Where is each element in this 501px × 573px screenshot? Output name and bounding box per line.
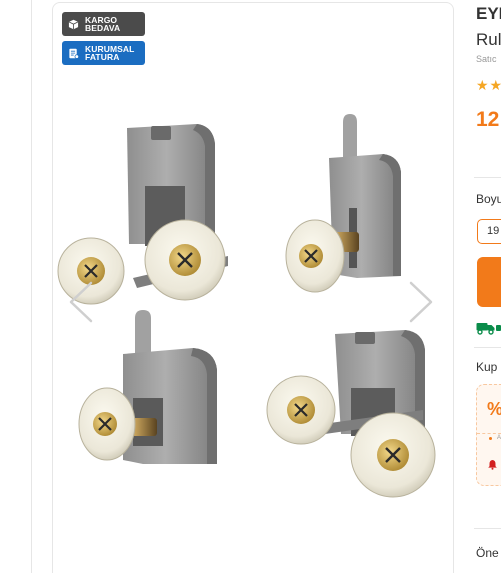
product-name: Rul <box>476 30 501 49</box>
page-left-divider <box>31 0 32 573</box>
coupon-divider <box>477 433 501 434</box>
section-divider <box>474 177 501 178</box>
roller-top-left <box>57 124 228 305</box>
corporate-invoice-badge-line2: FATURA <box>85 52 120 62</box>
add-to-cart-button[interactable] <box>477 257 501 307</box>
next-image-arrow-icon[interactable] <box>405 281 435 323</box>
product-photo <box>57 114 436 498</box>
size-option-label: Boyu <box>476 192 501 206</box>
roller-bottom-right <box>266 330 436 498</box>
rating-stars[interactable]: ★★ <box>476 77 501 94</box>
size-option-selected[interactable]: 19 <box>477 219 501 244</box>
roller-bottom-left <box>78 310 217 464</box>
section-divider <box>474 347 501 348</box>
product-brand-title[interactable]: EYI <box>476 4 501 24</box>
box-icon <box>68 19 79 29</box>
coupon-bullet <box>489 437 492 440</box>
seller-link[interactable]: Satıc <box>476 54 497 64</box>
invoice-icon <box>69 48 79 59</box>
previous-image-arrow-icon[interactable] <box>67 281 97 323</box>
bell-icon[interactable] <box>487 459 498 470</box>
free-shipping-badge: KARGO BEDAVA <box>62 12 145 36</box>
shipping-info-text <box>496 325 501 331</box>
section-divider <box>474 528 501 529</box>
free-shipping-badge-line2: BEDAVA <box>85 23 121 33</box>
product-price: 12 <box>476 108 500 131</box>
product-image-gallery[interactable]: KARGO BEDAVA KURUMSAL FATURA <box>52 2 454 573</box>
coupon-percent-icon: % <box>487 399 501 420</box>
coupon-section-title: Kup <box>476 360 498 374</box>
recommended-section-title: Öne <box>476 546 499 560</box>
truck-icon <box>476 323 495 335</box>
roller-top-right <box>285 114 401 293</box>
corporate-invoice-badge: KURUMSAL FATURA <box>62 41 145 65</box>
coupon-card[interactable]: % A <box>476 384 501 486</box>
coupon-note: A <box>497 435 501 441</box>
